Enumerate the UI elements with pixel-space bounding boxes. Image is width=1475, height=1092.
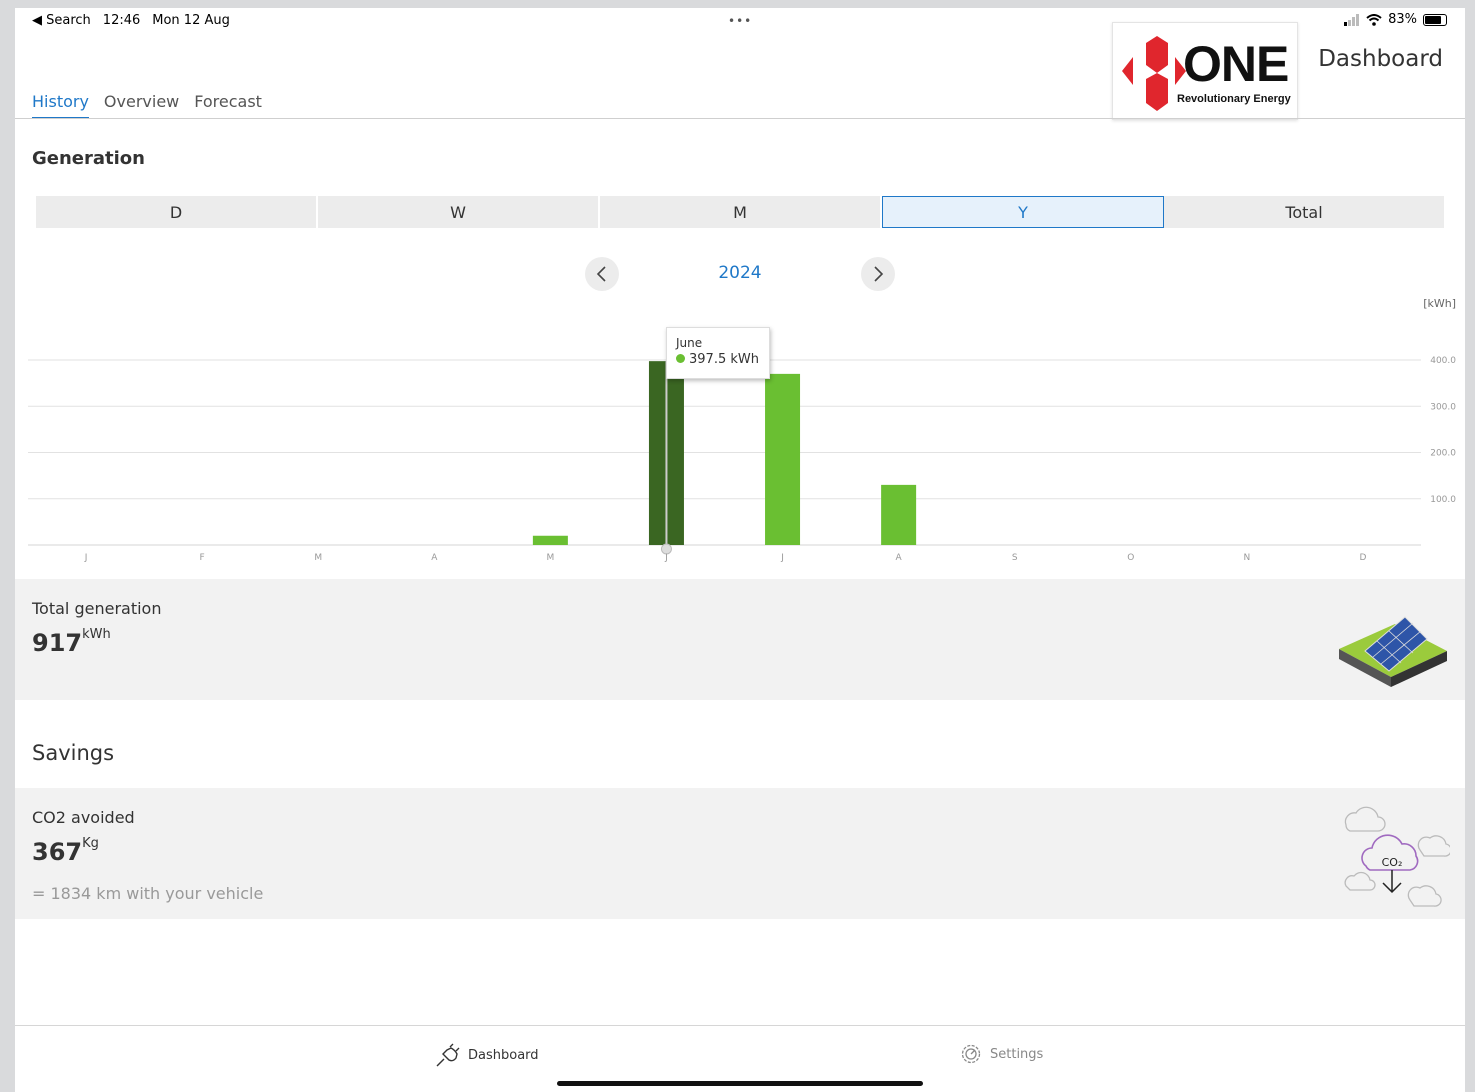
y-tick-label: 400.0: [1430, 356, 1456, 366]
x-tick-label: N: [1244, 553, 1251, 563]
battery-percent: 83%: [1388, 12, 1417, 27]
y-tick-label: 100.0: [1430, 495, 1456, 505]
period-year-button[interactable]: Y: [882, 196, 1164, 228]
nav-dashboard[interactable]: Dashboard: [435, 1042, 539, 1068]
nav-settings-label: Settings: [990, 1046, 1044, 1062]
bar-7[interactable]: [881, 484, 917, 545]
y-tick-label: 200.0: [1430, 449, 1456, 459]
tab-forecast[interactable]: Forecast: [194, 92, 262, 119]
tooltip-month: June: [676, 336, 703, 350]
logo-wordmark: ONE: [1183, 36, 1289, 92]
x-tick-label: J: [664, 553, 668, 563]
co2-avoided-label: CO2 avoided: [32, 808, 135, 827]
period-selector: D W M Y Total: [36, 196, 1444, 228]
back-to-search-link[interactable]: ◀ Search: [32, 13, 91, 28]
status-time: 12:46: [102, 13, 141, 28]
total-generation-number: 917: [32, 629, 83, 657]
x-tick-label: J: [780, 553, 784, 563]
x-tick-label: M: [314, 553, 322, 563]
total-generation-value: 917kWh: [32, 627, 111, 657]
co2-icon-text: CO₂: [1382, 856, 1403, 869]
bottom-nav-divider: [15, 1025, 1465, 1026]
status-date: Mon 12 Aug: [152, 13, 230, 28]
plug-icon: [436, 1043, 460, 1067]
wifi-icon: [1366, 13, 1382, 26]
y-axis-unit-label: [kWh]: [1423, 297, 1456, 310]
savings-title: Savings: [32, 741, 115, 765]
co2-avoided-number: 367: [32, 838, 83, 866]
selected-year: 2024: [718, 263, 762, 283]
period-total-button[interactable]: Total: [1164, 196, 1444, 228]
next-year-button[interactable]: [861, 257, 895, 291]
gear-icon: [961, 1044, 981, 1064]
signal-icon: [1344, 13, 1360, 26]
logo-tagline: Revolutionary Energy: [1177, 93, 1291, 105]
nav-dashboard-label: Dashboard: [468, 1047, 539, 1063]
tooltip-series-dot: [676, 354, 685, 363]
history-tabs: History Overview Forecast: [32, 92, 262, 119]
total-generation-label: Total generation: [32, 599, 162, 618]
x-tick-label: M: [546, 553, 554, 563]
x-tick-label: J: [84, 553, 88, 563]
co2-avoided-card: CO2 avoided 367Kg = 1834 km with your ve…: [15, 788, 1465, 919]
x-tick-label: A: [896, 553, 903, 563]
home-indicator: [557, 1081, 923, 1086]
bar-4[interactable]: [532, 535, 568, 545]
app-screen: ◀ Search 12:46 Mon 12 Aug ••• 83% ONE Re…: [15, 8, 1465, 1092]
x-tick-label: F: [200, 553, 205, 563]
x-tick-label: S: [1012, 553, 1018, 563]
x-tick-label: D: [1359, 553, 1366, 563]
multitask-dots[interactable]: •••: [728, 14, 752, 28]
co2-avoided-value: 367Kg: [32, 836, 99, 866]
co2-avoided-unit: Kg: [82, 836, 99, 851]
total-generation-card: Total generation 917kWh: [15, 579, 1465, 700]
generation-title: Generation: [32, 148, 145, 169]
vehicle-equivalent-note: = 1834 km with your vehicle: [32, 884, 264, 903]
chevron-right-icon: [874, 266, 884, 282]
brand-logo: ONE Revolutionary Energy: [1112, 22, 1298, 120]
tooltip-value: 397.5 kWh: [689, 352, 759, 367]
y-tick-label: 300.0: [1430, 402, 1456, 412]
period-week-button[interactable]: W: [318, 196, 600, 228]
x-tick-label: A: [431, 553, 438, 563]
period-month-button[interactable]: M: [600, 196, 882, 228]
header-divider: [15, 118, 1465, 119]
chart-tooltip: June 397.5 kWh: [666, 327, 770, 379]
x-tick-label: O: [1127, 553, 1134, 563]
tab-overview[interactable]: Overview: [104, 92, 179, 119]
period-day-button[interactable]: D: [36, 196, 318, 228]
bar-6[interactable]: [765, 373, 801, 545]
year-navigator: 2024: [585, 257, 895, 291]
solar-panel-icon: [1339, 616, 1447, 687]
co2-cloud-icon: CO₂: [1344, 806, 1450, 907]
page-title: Dashboard: [1318, 46, 1443, 72]
total-generation-unit: kWh: [82, 627, 111, 642]
nav-settings[interactable]: Settings: [959, 1042, 1043, 1066]
battery-icon: [1423, 13, 1447, 26]
tab-history[interactable]: History: [32, 92, 89, 119]
